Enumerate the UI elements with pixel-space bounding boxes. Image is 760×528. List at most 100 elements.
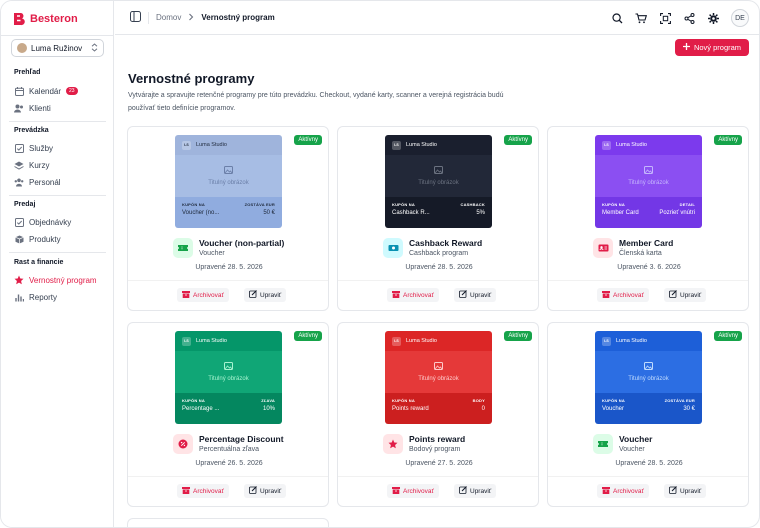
edit-button[interactable]: Upraviť — [454, 484, 497, 498]
studio-name: Luma Studio — [406, 142, 437, 148]
value-label: ZOSTÁVA EUR — [664, 398, 695, 403]
edit-button[interactable]: Upraviť — [454, 288, 497, 302]
new-program-button[interactable]: Nový program — [675, 39, 749, 56]
cover-image-label: Titulný obrázok — [628, 180, 669, 186]
coupon-value: Points reward — [392, 406, 429, 412]
card-preview: LS Luma Studio Titulný obrázok KUPÓN NA CASH… — [385, 135, 492, 228]
user-avatar[interactable]: DE — [731, 9, 749, 27]
archive-icon — [182, 486, 190, 496]
gear-icon[interactable] — [707, 12, 719, 24]
checklist-icon — [14, 143, 24, 153]
program-card[interactable]: Aktívny LS Luma Studio Titulný obrázok KUPÓN… — [547, 126, 749, 311]
image-icon — [644, 166, 653, 176]
program-card[interactable]: Aktívny LS Luma Studio Titulný obrázok KUPÓN… — [127, 322, 329, 507]
program-type: Bodový program — [409, 446, 461, 453]
sidebar-item-label: Objednávky — [29, 217, 72, 227]
scan-icon[interactable] — [659, 12, 671, 24]
besteron-logo-icon — [13, 12, 25, 26]
program-name: Percentage Discount — [199, 434, 284, 444]
divider — [9, 195, 106, 196]
sidebar-item-staff[interactable]: Personál — [14, 176, 61, 188]
calendar-count-badge: 23 — [66, 87, 78, 95]
percent-icon — [173, 434, 193, 454]
studio-logo: LS — [602, 336, 611, 346]
sidebar-item-clients[interactable]: Klienti — [14, 102, 51, 114]
sidebar-item-orders[interactable]: Objednávky — [14, 216, 71, 228]
archive-icon — [392, 486, 400, 496]
archive-label: Archivovať — [193, 291, 224, 299]
share-icon[interactable] — [683, 12, 695, 24]
studio-logo: LS — [182, 336, 191, 346]
program-card[interactable]: Aktívny LS Luma Studio Titulný obrázok KUPÓN… — [337, 126, 539, 311]
branch-selector[interactable]: Luma Ružinov — [11, 39, 104, 57]
edit-label: Upraviť — [680, 487, 702, 495]
sidebar-item-products[interactable]: Produkty — [14, 233, 61, 245]
edit-icon — [459, 486, 467, 496]
sidebar-item-label: Reporty — [29, 292, 58, 302]
program-card[interactable]: Aktívny LS Luma Studio Titulný obrázok KUPÓN… — [337, 322, 539, 507]
edit-button[interactable]: Upraviť — [244, 288, 287, 302]
sidebar-item-calendar[interactable]: Kalendár 23 — [14, 85, 78, 97]
edit-label: Upraviť — [680, 291, 702, 299]
coupon-label: KUPÓN NA — [602, 398, 625, 403]
status-badge: Aktívny — [294, 135, 322, 145]
archive-label: Archivovať — [403, 487, 434, 495]
archive-icon — [182, 290, 190, 300]
chevron-right-icon — [188, 13, 194, 23]
image-icon — [644, 362, 653, 372]
archive-button[interactable]: Archivovať — [177, 484, 229, 498]
archive-button[interactable]: Archivovať — [387, 288, 439, 302]
archive-button[interactable]: Archivovať — [177, 288, 229, 302]
page-description: Vytvárajte a spravujte retenčné programy… — [128, 92, 504, 112]
program-card[interactable]: Aktívny LS Luma Studio Titulný obrázok KUPÓN… — [127, 126, 329, 311]
toolbar-icons: DE — [611, 9, 749, 27]
sidebar-item-reports[interactable]: Reporty — [14, 291, 57, 303]
program-card-partial — [127, 518, 329, 527]
card-preview: LS Luma Studio Titulný obrázok KUPÓN NA BODY… — [385, 331, 492, 424]
sidebar-item-label: Kurzy — [29, 160, 50, 170]
archive-label: Archivovať — [613, 291, 644, 299]
sidebar-item-label: Klienti — [29, 103, 51, 113]
studio-logo: LS — [182, 140, 191, 150]
card-preview-footer: KUPÓN NA DETAIL Member Card Pozrieť vnútri — [595, 197, 702, 228]
new-program-label: Nový program — [693, 43, 742, 52]
cover-image-placeholder: Titulný obrázok — [595, 351, 702, 393]
edit-button[interactable]: Upraviť — [664, 288, 707, 302]
sidebar-item-services[interactable]: Služby — [14, 142, 53, 154]
ticket-icon — [593, 434, 613, 454]
archive-button[interactable]: Archivovať — [387, 484, 439, 498]
breadcrumb-home[interactable]: Domov — [156, 13, 181, 22]
cover-image-label: Titulný obrázok — [418, 376, 459, 382]
edit-label: Upraviť — [260, 291, 282, 299]
cash-icon — [383, 238, 403, 258]
cart-icon[interactable] — [635, 12, 647, 24]
search-icon[interactable] — [611, 12, 623, 24]
star-icon — [383, 434, 403, 454]
sidebar-toggle-icon[interactable] — [130, 11, 141, 24]
app-logo[interactable]: Besteron — [13, 11, 78, 27]
divider — [128, 280, 328, 281]
updated-date: Upravené 26. 5. 2026 — [195, 460, 263, 467]
sidebar-item-loyalty[interactable]: Vernostný program — [14, 274, 97, 286]
edit-button[interactable]: Upraviť — [664, 484, 707, 498]
updated-date: Upravené 3. 6. 2026 — [617, 264, 681, 271]
studio-name: Luma Studio — [196, 142, 227, 148]
value-label: ZOSTÁVA EUR — [244, 202, 275, 207]
sidebar-item-label: Vernostný program — [29, 275, 97, 285]
cover-image-label: Titulný obrázok — [208, 376, 249, 382]
updated-date: Upravené 28. 5. 2026 — [615, 460, 683, 467]
sidebar-item-label: Produkty — [29, 234, 61, 244]
card-preview-header: LS Luma Studio — [175, 331, 282, 351]
program-type: Členská karta — [619, 250, 662, 257]
archive-button[interactable]: Archivovať — [597, 484, 649, 498]
program-card[interactable]: Aktívny LS Luma Studio Titulný obrázok KUPÓN… — [547, 322, 749, 507]
studio-name: Luma Studio — [616, 338, 647, 344]
edit-icon — [459, 290, 467, 300]
archive-button[interactable]: Archivovať — [597, 288, 649, 302]
coupon-value: Voucher — [602, 406, 625, 412]
sidebar-item-courses[interactable]: Kurzy — [14, 159, 49, 171]
value-amount: 30 € — [683, 406, 695, 412]
edit-button[interactable]: Upraviť — [244, 484, 287, 498]
cover-image-placeholder: Titulný obrázok — [385, 155, 492, 197]
value-amount: 0 — [481, 406, 485, 412]
